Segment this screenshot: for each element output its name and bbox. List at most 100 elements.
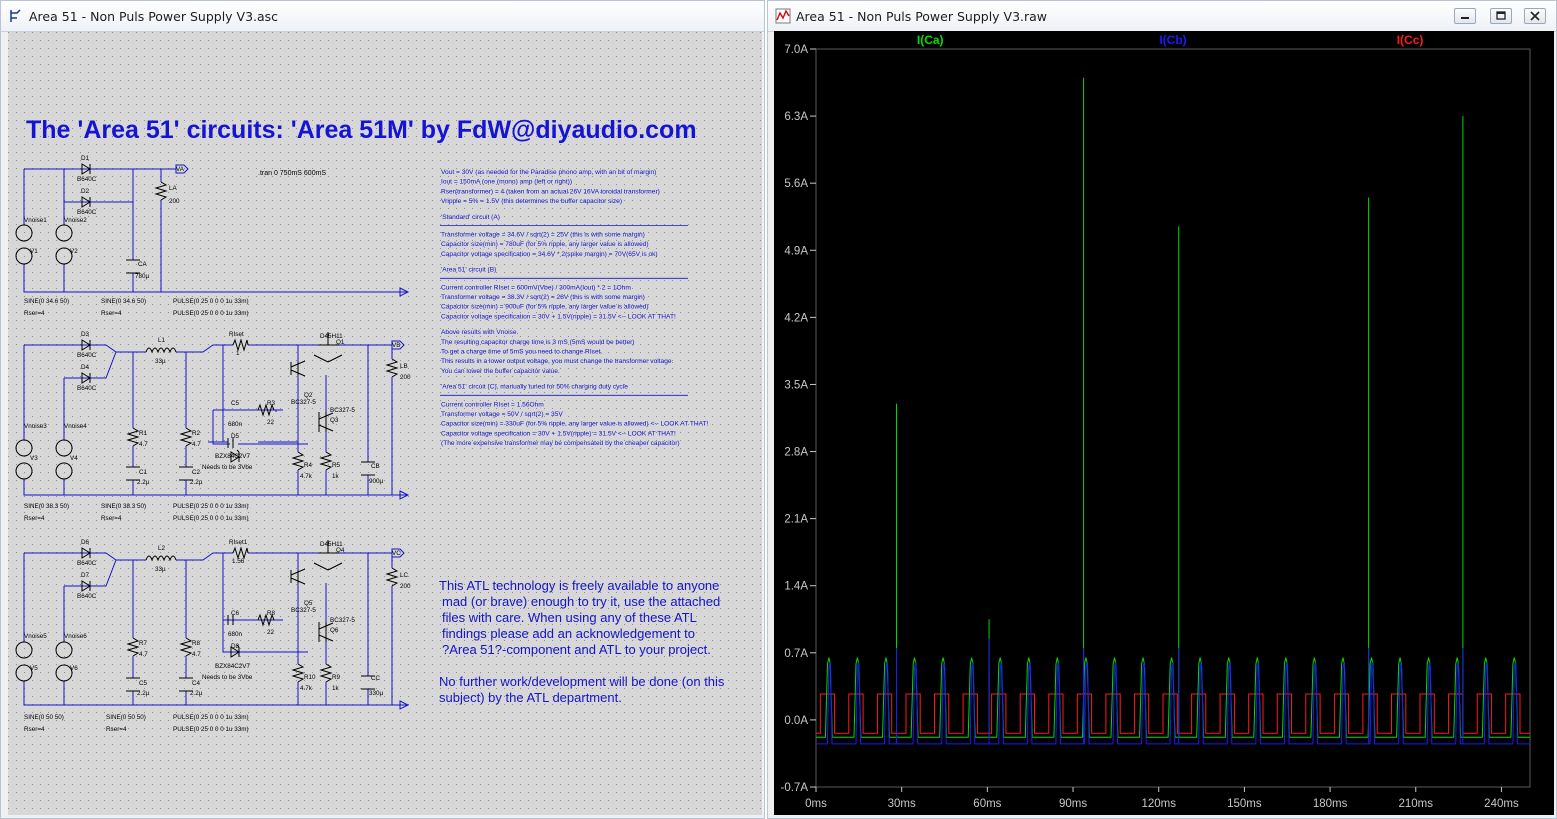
label: V4 <box>70 455 78 462</box>
label: Rser=4 <box>101 310 122 317</box>
label: SINE(0 50 50) <box>106 714 146 721</box>
y-tick-label: 1.4A <box>784 581 808 593</box>
label: Vnoise1 <box>24 217 47 224</box>
label: 1k <box>332 473 340 480</box>
tran-directive: .tran 0 750mS 600mS <box>258 170 326 177</box>
label: Vnoise3 <box>24 423 47 430</box>
spec-note-line: Capacitor size(min) = 330uF (for 5% ripp… <box>441 421 709 428</box>
waveform-icon <box>775 8 791 24</box>
spec-note-line: Transformer voltage = 50V / sqrt(2) = 35… <box>441 411 563 418</box>
spec-note-line: Above results with Vnoise. <box>441 329 518 336</box>
label: VB <box>392 342 400 349</box>
atl-note-line: findings please add an acknowledgement t… <box>442 626 695 641</box>
waveform-plot[interactable]: I(Ca) I(Cb) I(Cc) 7.0A 6.3A 5.6A 4.9A 4.2A 3.5A… <box>774 31 1554 815</box>
label: CC <box>371 675 381 682</box>
label: 2.2µ <box>137 479 150 486</box>
label: SINE(0 38.3 50) <box>24 503 69 510</box>
restore-button[interactable] <box>1490 8 1512 24</box>
label: 200 <box>400 374 411 381</box>
ltspice-schematic-icon <box>10 9 21 22</box>
schematic-window[interactable]: Area 51 - Non Puls Power Supply V3.asc T… <box>0 0 765 819</box>
label: D3 <box>81 331 90 338</box>
label: PULSE(0 25 0 0 0 1u 33m) <box>173 515 249 522</box>
label: 1k <box>332 685 340 692</box>
label: D1 <box>81 155 90 162</box>
plot-window-title: Area 51 - Non Puls Power Supply V3.raw <box>796 9 1048 24</box>
label: D2 <box>81 188 90 195</box>
label: PULSE(0 25 0 0 0 1u 33m) <box>173 714 249 721</box>
label: Q6 <box>330 627 339 634</box>
spec-note-line: This results in a lower output voltage, … <box>441 358 674 365</box>
label: Q3 <box>330 417 339 424</box>
label: R8 <box>192 640 201 647</box>
legend-entry: I(Ca) <box>917 33 944 47</box>
spec-note-line: Rser(transformer) = 4 (taken from an act… <box>441 188 660 195</box>
label: R7 <box>139 640 148 647</box>
label: C1 <box>139 469 148 476</box>
label: Rser=4 <box>24 310 45 317</box>
label: RIset <box>229 331 244 338</box>
label: C6 <box>231 610 240 617</box>
atl-note-line: ?Area 51?-component and ATL to your proj… <box>442 642 711 657</box>
plot-window[interactable]: Area 51 - Non Puls Power Supply V3.raw I… <box>767 0 1557 819</box>
label: C4 <box>192 680 201 687</box>
label: B640C <box>77 352 97 359</box>
label: 200 <box>400 583 411 590</box>
y-tick-label: 0.7A <box>784 648 808 660</box>
close-button[interactable] <box>1524 8 1546 24</box>
x-tick-label: 240ms <box>1484 798 1519 810</box>
atl-note-line: No further work/development will be done… <box>439 674 725 689</box>
atl-note: This ATL technology is freely available … <box>439 578 725 705</box>
plot-titlebar[interactable]: Area 51 - Non Puls Power Supply V3.raw <box>768 1 1556 32</box>
label: PULSE(0 25 0 0 0 1u 33m) <box>173 310 249 317</box>
label: V2 <box>70 248 78 255</box>
schematic-titlebar[interactable]: Area 51 - Non Puls Power Supply V3.asc <box>1 1 764 32</box>
label: 33µ <box>155 566 166 573</box>
label: 4.7 <box>192 651 201 658</box>
label: L1 <box>158 337 166 344</box>
y-tick-label: 2.8A <box>784 447 808 459</box>
spec-note-line: 'Standard' circuit (A) <box>441 214 500 221</box>
label: SINE(0 34.6 50) <box>24 298 69 305</box>
x-tick-label: 120ms <box>1141 798 1176 810</box>
label: 330µ <box>369 690 384 697</box>
spec-note-line: Capacitor voltage specification = 34.6V … <box>441 251 658 258</box>
minimize-icon <box>1461 17 1469 19</box>
label: 2.2µ <box>190 690 203 697</box>
label: BZX84C2V7 <box>215 663 250 670</box>
label: 22 <box>267 419 275 426</box>
label: PULSE(0 25 0 0 0 1u 33m) <box>173 726 249 733</box>
label: D8 <box>231 643 240 650</box>
y-tick-label: 4.2A <box>784 312 808 324</box>
label: CB <box>371 463 380 470</box>
label: BC327-5 <box>330 617 355 624</box>
label: 4.7k <box>300 685 313 692</box>
label: Vnoise2 <box>64 217 87 224</box>
atl-note-line: This ATL technology is freely available … <box>439 578 719 593</box>
label: R5 <box>332 462 341 469</box>
y-tick-label: -0.7A <box>781 782 809 794</box>
label: Vnoise6 <box>64 633 87 640</box>
spec-note-line: Current controller RIset = 1.56Ohm <box>441 401 544 408</box>
label: Vnoise4 <box>64 423 87 430</box>
label: 4.7 <box>139 441 148 448</box>
spec-note-line: Iout = 150mA (one (mono) amp (left or ri… <box>441 179 572 186</box>
legend-entry: I(Cb) <box>1159 33 1186 47</box>
schematic-canvas[interactable]: The 'Area 51' circuits: 'Area 51M' by Fd… <box>8 32 762 815</box>
close-icon <box>1530 11 1540 21</box>
label: 1 <box>236 350 240 357</box>
label: Rser=4 <box>106 726 127 733</box>
spec-note-line: Transformer voltage = 34.6V / sqrt(2) = … <box>441 232 645 239</box>
label: Q5 <box>304 600 313 607</box>
spec-note-line: Capacitor size(min) = 780uF (for 5% ripp… <box>441 241 649 248</box>
spec-note-line: Capacitor voltage specification = 30V + … <box>441 430 676 437</box>
label: V1 <box>30 248 38 255</box>
y-tick-label: 2.1A <box>784 514 808 526</box>
spec-note-line: The resulting capacitor charge time is 3… <box>441 339 635 346</box>
minimize-button[interactable] <box>1454 8 1476 24</box>
label: SINE(0 38.3 50) <box>101 503 146 510</box>
spec-note-line: 'Area 51' circuit (C), manually tuned fo… <box>441 384 628 391</box>
label: D6 <box>81 539 90 546</box>
spec-note-line: Vripple = 5% = 1.5V (this determines the… <box>441 198 622 205</box>
label: R1 <box>139 430 148 437</box>
